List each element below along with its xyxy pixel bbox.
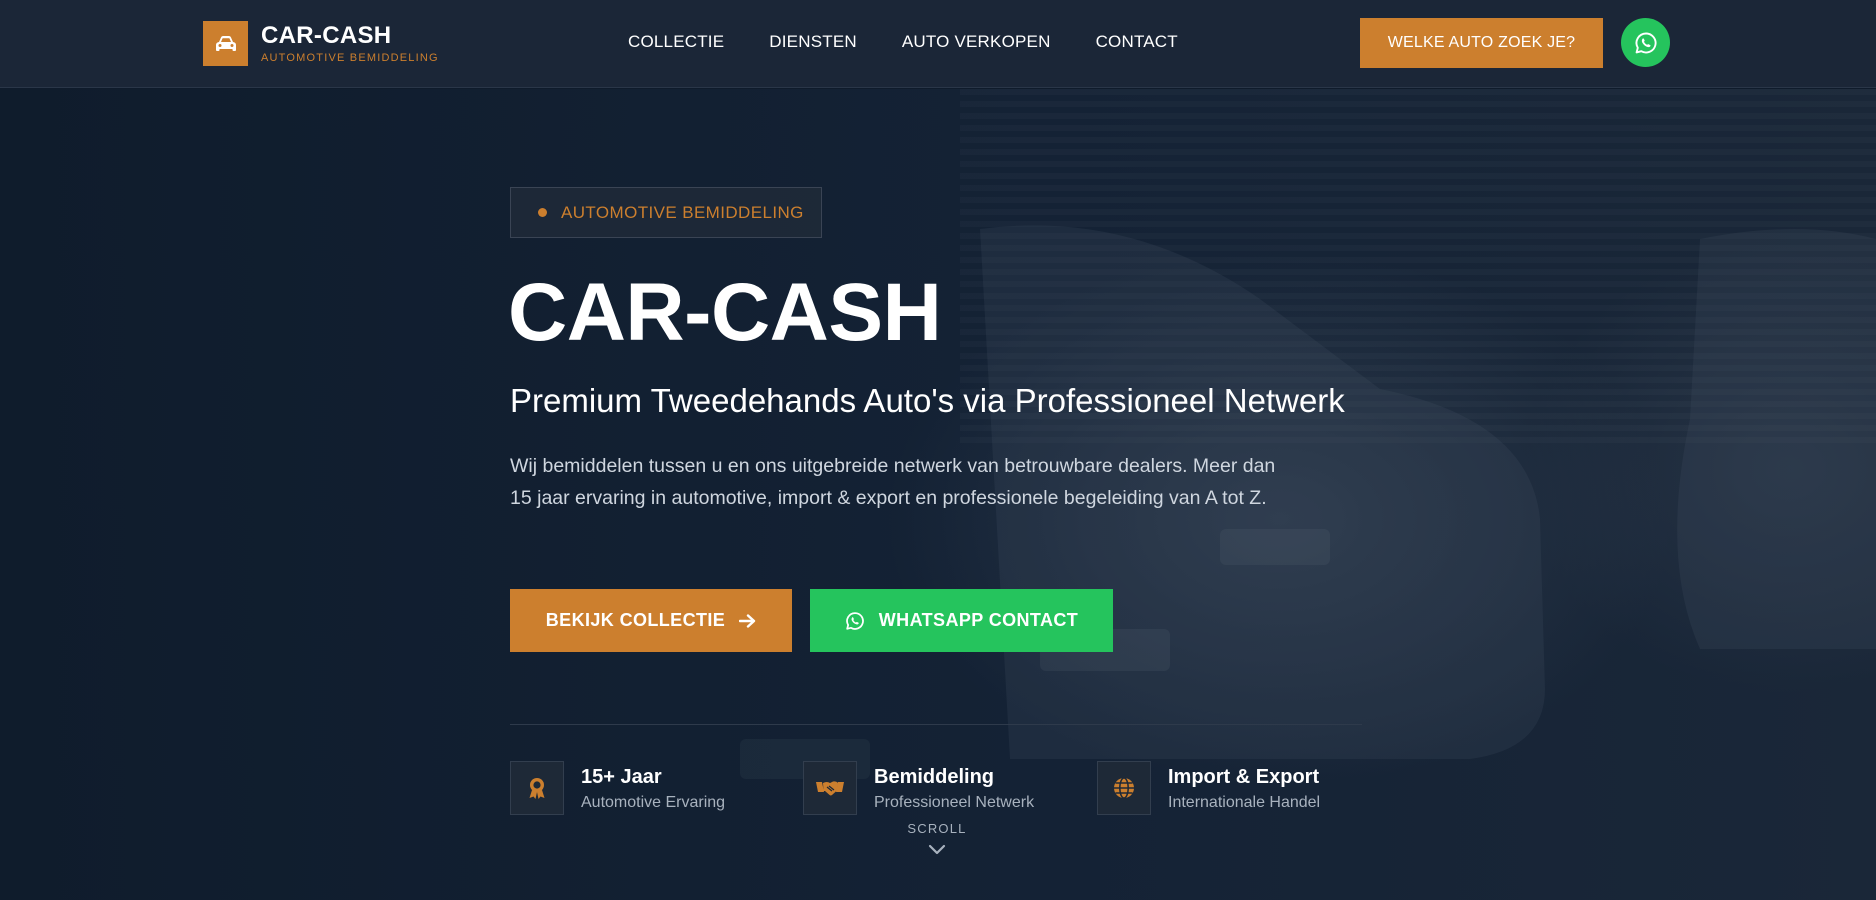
brand-name: CAR-CASH: [261, 22, 392, 49]
hero-title: CAR-CASH: [508, 267, 942, 358]
globe-icon: [1097, 761, 1151, 815]
feature-title: 15+ Jaar: [581, 765, 662, 788]
brand-tagline: AUTOMOTIVE BEMIDDELING: [261, 52, 439, 64]
view-collection-label: BEKIJK COLLECTIE: [545, 610, 726, 630]
whatsapp-contact-label: WHATSAPP CONTACT: [878, 610, 1079, 630]
feature-import-export: Import & Export Internationale Handel: [1097, 761, 1320, 815]
feature-mediation: Bemiddeling Professioneel Netwerk: [803, 761, 1034, 815]
badge-dot: [538, 208, 547, 217]
whatsapp-header-button[interactable]: [1621, 18, 1670, 67]
nav-link-auto-verkopen[interactable]: AUTO VERKOPEN: [902, 32, 1051, 52]
feature-experience: 15+ Jaar Automotive Ervaring: [510, 761, 725, 815]
feature-subtitle: Automotive Ervaring: [581, 793, 726, 811]
hero-badge: AUTOMOTIVE BEMIDDELING: [510, 187, 822, 238]
badge-label: AUTOMOTIVE BEMIDDELING: [561, 202, 804, 222]
scroll-label: SCROLL: [907, 821, 967, 836]
brand-logo-link[interactable]: CAR-CASH AUTOMOTIVE BEMIDDELING: [203, 21, 439, 66]
nav-link-contact[interactable]: CONTACT: [1096, 32, 1178, 52]
whatsapp-icon: [1635, 32, 1657, 53]
chevron-down-icon: [928, 844, 946, 855]
car-icon: [203, 21, 248, 66]
whatsapp-icon: [845, 611, 865, 631]
arrow-right-icon: [739, 613, 756, 628]
nav-link-diensten[interactable]: DIENSTEN: [769, 32, 857, 52]
main-nav: COLLECTIE DIENSTEN AUTO VERKOPEN CONTACT: [628, 32, 1223, 52]
site-header: CAR-CASH AUTOMOTIVE BEMIDDELING COLLECTI…: [0, 0, 1876, 88]
feature-title: Bemiddeling: [874, 765, 995, 788]
hero-divider: [510, 724, 1362, 725]
view-collection-button[interactable]: BEKIJK COLLECTIE: [510, 589, 792, 652]
feature-subtitle: Internationale Handel: [1168, 793, 1321, 811]
feature-subtitle: Professioneel Netwerk: [874, 793, 1035, 811]
scroll-indicator[interactable]: SCROLL: [900, 821, 974, 856]
award-icon: [510, 761, 564, 815]
hero-subtitle: Premium Tweedehands Auto's via Professio…: [510, 382, 1345, 419]
nav-link-collectie[interactable]: COLLECTIE: [628, 32, 724, 52]
handshake-icon: [803, 761, 857, 815]
car-request-button[interactable]: WELKE AUTO ZOEK JE?: [1360, 18, 1603, 68]
whatsapp-contact-button[interactable]: WHATSAPP CONTACT: [810, 589, 1113, 652]
feature-title: Import & Export: [1168, 765, 1320, 788]
hero-description: Wij bemiddelen tussen u en ons uitgebrei…: [510, 455, 1276, 509]
